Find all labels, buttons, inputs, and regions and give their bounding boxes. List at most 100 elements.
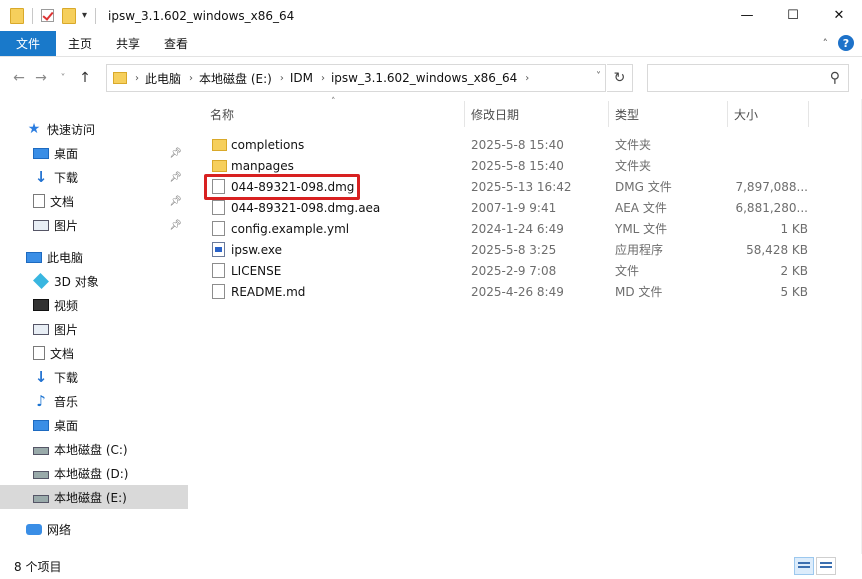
refresh-button[interactable]: ↻ <box>607 64 633 92</box>
file-size: 1 KB <box>780 221 808 236</box>
file-date: 2024-1-24 6:49 <box>471 221 564 236</box>
tab-home[interactable]: 主页 <box>56 31 104 56</box>
sidebar-item-drive-c[interactable]: 本地磁盘 (C:) <box>0 437 188 461</box>
large-icons-view-button[interactable] <box>816 557 836 575</box>
sidebar-item-label: 桌面 <box>54 146 79 161</box>
item-count: 8 个项目 <box>14 560 62 574</box>
file-list: ˄ 名称 修改日期 类型 大小 completions 2025-5-8 15:… <box>200 97 862 554</box>
column-header-date[interactable]: 修改日期 <box>471 99 519 129</box>
network-icon <box>26 523 42 535</box>
table-row[interactable]: ipsw.exe 2025-5-8 3:25 应用程序 58,428 KB <box>208 239 808 260</box>
window-title: ipsw_3.1.602_windows_x86_64 <box>108 8 295 23</box>
table-row[interactable]: README.md 2025-4-26 8:49 MD 文件 5 KB <box>208 281 808 302</box>
properties-icon[interactable] <box>41 9 54 22</box>
column-header-name[interactable]: 名称 <box>210 99 234 129</box>
pin-icon[interactable]: 📌︎ <box>169 196 182 207</box>
breadcrumb-drive-e[interactable]: 本地磁盘 (E:) <box>199 70 272 87</box>
collapse-ribbon-icon[interactable]: ˄ <box>823 37 829 50</box>
file-size: 5 KB <box>780 284 808 299</box>
breadcrumb-idm[interactable]: IDM <box>290 71 313 85</box>
breadcrumb-separator[interactable]: › <box>280 73 284 84</box>
file-type: DMG 文件 <box>615 180 672 194</box>
file-type: MD 文件 <box>615 285 663 299</box>
file-type: 应用程序 <box>615 243 664 257</box>
column-divider[interactable] <box>727 101 728 127</box>
search-icon[interactable]: ⚲ <box>830 70 840 86</box>
cube-icon <box>33 273 49 289</box>
sidebar-item-downloads-pc[interactable]: ↓ 下载 <box>0 365 188 389</box>
tab-file[interactable]: 文件 <box>0 31 57 56</box>
help-icon[interactable]: ? <box>838 35 854 51</box>
pin-icon[interactable]: 📌︎ <box>169 172 182 183</box>
breadcrumb-this-pc[interactable]: 此电脑 <box>145 70 181 87</box>
new-folder-icon[interactable] <box>62 7 76 24</box>
folder-icon <box>10 7 24 24</box>
breadcrumb-current-folder[interactable]: ipsw_3.1.602_windows_x86_64 <box>331 71 517 85</box>
pin-icon[interactable]: 📌︎ <box>169 220 182 231</box>
recent-locations-button[interactable]: ˅ <box>52 73 74 84</box>
sidebar-item-3d-objects[interactable]: 3D 对象 <box>0 269 188 293</box>
sidebar-item-pictures-pc[interactable]: 图片 <box>0 317 188 341</box>
download-icon: ↓ <box>34 168 48 186</box>
sidebar-item-desktop[interactable]: 桌面 📌︎ <box>0 141 188 165</box>
application-icon <box>212 242 225 257</box>
close-button[interactable]: ✕ <box>816 0 862 31</box>
search-input[interactable]: ⚲ <box>647 64 849 92</box>
sidebar-item-desktop-pc[interactable]: 桌面 <box>0 413 188 437</box>
sidebar-item-music[interactable]: ♪ 音乐 <box>0 389 188 413</box>
sidebar-item-drive-d[interactable]: 本地磁盘 (D:) <box>0 461 188 485</box>
forward-button[interactable]: → <box>30 70 52 86</box>
toolbar-divider <box>32 7 33 24</box>
details-view-button[interactable] <box>794 557 814 575</box>
sidebar-item-drive-e[interactable]: 本地磁盘 (E:) <box>0 485 188 509</box>
address-bar[interactable]: › 此电脑 › 本地磁盘 (E:) › IDM › ipsw_3.1.602_w… <box>106 64 606 92</box>
pin-icon[interactable]: 📌︎ <box>169 148 182 159</box>
sidebar-item-videos[interactable]: 视频 <box>0 293 188 317</box>
customize-toolbar-icon[interactable]: ▾ <box>82 10 87 21</box>
column-divider[interactable] <box>608 101 609 127</box>
table-row[interactable]: manpages 2025-5-8 15:40 文件夹 <box>208 155 808 176</box>
sidebar-item-documents[interactable]: 文档 📌︎ <box>0 189 188 213</box>
up-button[interactable]: ↑ <box>74 70 96 86</box>
back-button[interactable]: ← <box>8 70 30 86</box>
tab-share[interactable]: 共享 <box>104 31 152 56</box>
file-name: manpages <box>231 158 294 173</box>
tab-view[interactable]: 查看 <box>152 31 200 56</box>
sidebar-item-pictures[interactable]: 图片 📌︎ <box>0 213 188 237</box>
column-header-size[interactable]: 大小 <box>734 99 758 129</box>
sidebar-item-label: 视频 <box>54 298 79 313</box>
table-row[interactable]: config.example.yml 2024-1-24 6:49 YML 文件… <box>208 218 808 239</box>
breadcrumb-separator[interactable]: › <box>189 73 193 84</box>
folder-icon <box>212 139 227 151</box>
file-name: ipsw.exe <box>231 242 283 257</box>
sidebar-item-quick-access[interactable]: ★ 快速访问 <box>0 117 188 141</box>
breadcrumb-separator[interactable]: › <box>321 73 325 84</box>
sidebar-item-network[interactable]: 网络 <box>0 517 188 541</box>
sidebar-item-downloads[interactable]: ↓ 下载 📌︎ <box>0 165 188 189</box>
breadcrumb-separator[interactable]: › <box>525 73 529 84</box>
sidebar-item-this-pc[interactable]: 此电脑 <box>0 245 188 269</box>
column-header-type[interactable]: 类型 <box>615 99 639 129</box>
minimize-button[interactable]: — <box>724 0 770 31</box>
file-date: 2025-5-8 15:40 <box>471 158 564 173</box>
address-dropdown-icon[interactable]: ˅ <box>596 71 601 82</box>
document-icon <box>33 346 45 360</box>
file-name: config.example.yml <box>231 221 350 236</box>
file-name: completions <box>231 137 305 152</box>
quick-access-toolbar: ▾ <box>0 7 97 24</box>
breadcrumb-separator[interactable]: › <box>135 73 139 84</box>
maximize-button[interactable]: ☐ <box>770 0 816 31</box>
column-divider[interactable] <box>464 101 465 127</box>
table-row[interactable]: LICENSE 2025-2-9 7:08 文件 2 KB <box>208 260 808 281</box>
sidebar-item-label: 本地磁盘 (C:) <box>54 442 128 457</box>
column-divider[interactable] <box>808 101 809 127</box>
star-icon: ★ <box>27 121 41 137</box>
table-row[interactable]: completions 2025-5-8 15:40 文件夹 <box>208 134 808 155</box>
file-type: YML 文件 <box>615 222 668 236</box>
file-type: AEA 文件 <box>615 201 667 215</box>
sidebar-item-label: 桌面 <box>54 418 79 433</box>
table-row[interactable]: 044-89321-098.dmg.aea 2007-1-9 9:41 AEA … <box>208 197 808 218</box>
file-icon <box>212 284 225 299</box>
folder-icon <box>113 72 127 84</box>
sidebar-item-documents-pc[interactable]: 文档 <box>0 341 188 365</box>
